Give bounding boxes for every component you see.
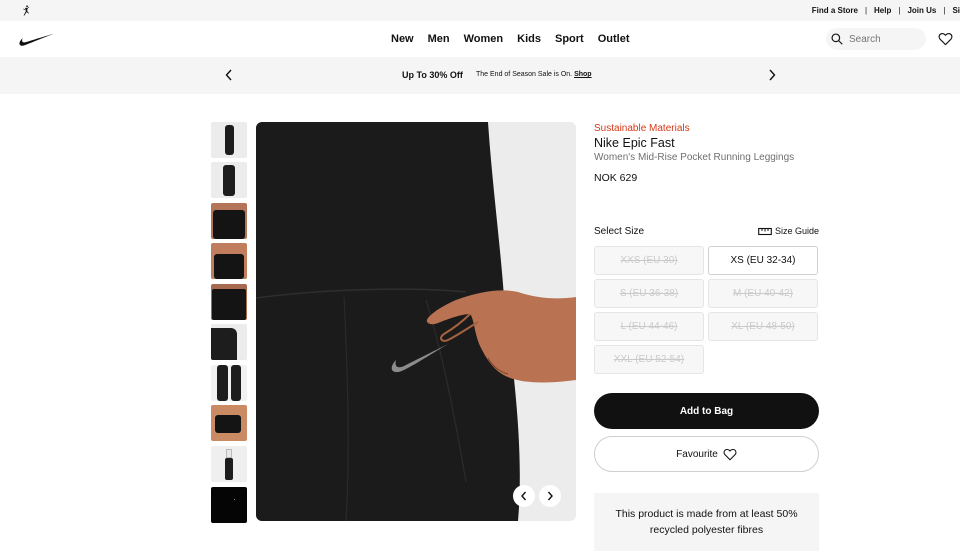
heart-icon[interactable] [938,32,953,46]
help-link[interactable]: Help [874,6,891,15]
size-guide-label: Size Guide [774,226,819,236]
size-option-unavailable[interactable]: M (EU 40-42) [708,279,818,308]
promo-banner: Up To 30% Off The End of Season Sale is … [0,57,960,94]
search-bar[interactable] [826,28,926,50]
nav-men[interactable]: Men [428,33,450,45]
size-option-unavailable[interactable]: XXS (EU 30) [594,246,704,275]
chevron-right-icon [547,491,553,501]
chevron-left-icon[interactable] [224,69,234,81]
size-option-unavailable[interactable]: S (EU 36-38) [594,279,704,308]
heart-icon [723,448,737,460]
size-option[interactable]: XS (EU 32-34) [708,246,818,275]
utility-links: Find a Store | Help | Join Us | Si [812,0,960,21]
chevron-right-icon[interactable] [767,69,777,81]
select-size-label: Select Size [594,226,645,237]
search-input[interactable] [849,33,919,45]
product-hero-image [256,122,576,521]
product-price: NOK 629 [594,172,638,184]
gallery-next-button[interactable] [539,485,561,507]
thumbnail[interactable] [211,487,247,523]
sign-in-link[interactable]: Si [952,6,960,15]
size-option-unavailable[interactable]: XL (EU 48-50) [708,312,818,341]
gallery-prev-button[interactable] [513,485,535,507]
promo-sub-text: The End of Season Sale is On. [476,71,573,78]
sustainability-badge: Sustainable Materials [594,123,690,134]
chevron-left-icon [521,491,527,501]
jordan-jumpman-icon[interactable] [20,4,33,17]
thumbnail[interactable] [211,122,247,158]
thumbnail[interactable] [211,243,247,279]
size-option-unavailable[interactable]: L (EU 44-46) [594,312,704,341]
thumbnail[interactable] [211,203,247,239]
nike-swoosh-icon[interactable] [18,33,55,46]
product-subtitle: Women's Mid-Rise Pocket Running Leggings [594,152,795,163]
add-to-bag-button[interactable]: Add to Bag [594,393,819,429]
promo-headline: Up To 30% Off [402,70,463,80]
divider: | [864,6,868,15]
sustainability-text: This product is made from at least 50% r… [615,508,798,536]
leggings-photo [256,122,576,521]
utility-bar: Find a Store | Help | Join Us | Si [0,0,960,21]
nav-new[interactable]: New [391,33,414,45]
product-name: Nike Epic Fast [594,136,675,150]
search-icon[interactable] [830,32,844,46]
thumbnail[interactable] [211,284,247,320]
thumbnail[interactable] [211,405,247,441]
thumbnail[interactable] [211,324,247,360]
promo-shop-link[interactable]: Shop [574,71,592,78]
promo-subtext: The End of Season Sale is On. Shop [476,71,592,78]
thumbnail[interactable] [211,365,247,401]
nav-women[interactable]: Women [464,33,504,45]
nav-kids[interactable]: Kids [517,33,541,45]
favourite-label: Favourite [676,448,718,460]
favourite-button[interactable]: Favourite [594,436,819,472]
sustainability-note: This product is made from at least 50% r… [594,493,819,551]
size-guide-link[interactable]: Size Guide [758,226,819,236]
find-store-link[interactable]: Find a Store [812,6,858,15]
divider: | [898,6,901,15]
main-navigation: New Men Women Kids Sport Outlet [0,21,960,57]
thumbnail[interactable] [211,162,247,198]
thumbnail[interactable] [211,446,247,482]
divider: | [943,6,946,15]
nav-sport[interactable]: Sport [555,33,584,45]
size-option-unavailable[interactable]: XXL (EU 52-54) [594,345,704,374]
ruler-icon [758,227,772,236]
join-us-link[interactable]: Join Us [907,6,936,15]
category-nav: New Men Women Kids Sport Outlet [391,21,644,57]
nav-outlet[interactable]: Outlet [598,33,630,45]
